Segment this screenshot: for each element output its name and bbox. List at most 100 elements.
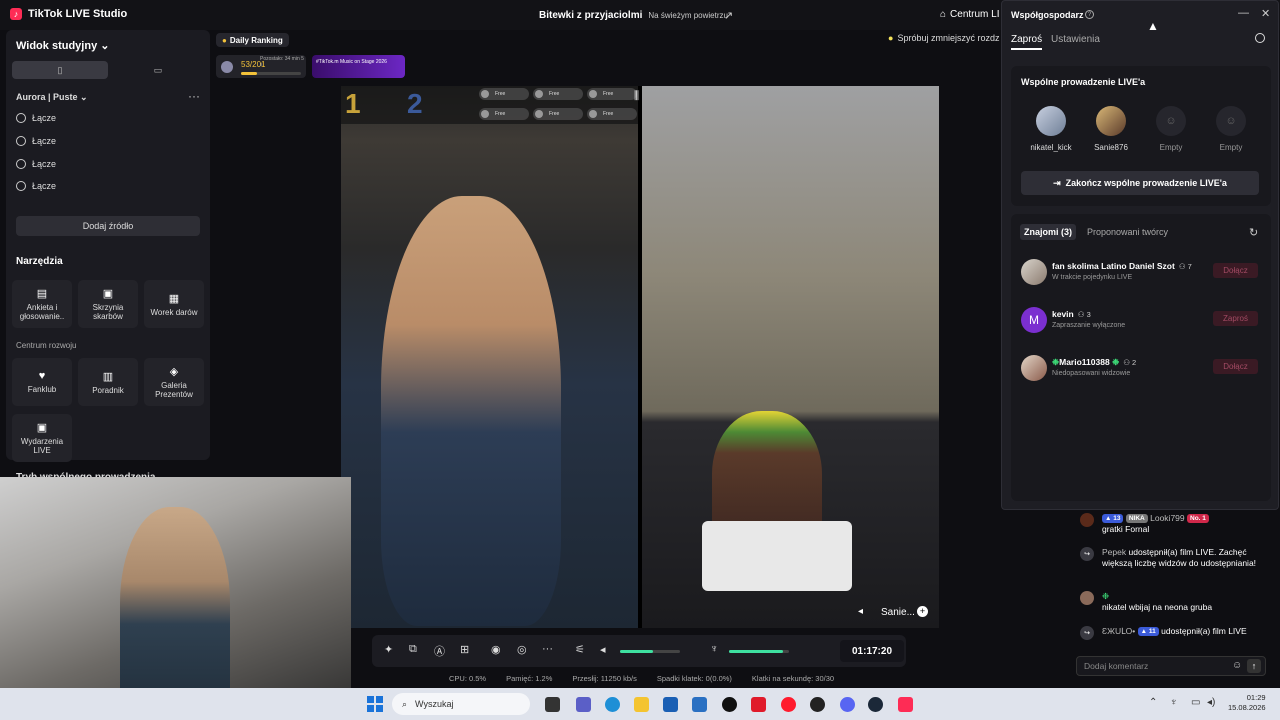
gift-slot[interactable]: Free: [587, 88, 637, 100]
emoji-icon[interactable]: ☺: [1232, 660, 1242, 671]
gift-slot[interactable]: Free: [533, 108, 583, 120]
effects-icon[interactable]: ◎: [517, 643, 527, 656]
cohost-section: Wspólne prowadzenie LIVE'a nikatel_kick …: [1011, 66, 1271, 206]
add-source-button[interactable]: Dodaj źródło: [16, 216, 200, 236]
join-button[interactable]: Dołącz: [1213, 263, 1258, 278]
live-preview[interactable]: 1 2 Free Free Free Free Free Free ⫼ ◂ Sa…: [341, 86, 939, 628]
windows-start-icon[interactable]: [367, 696, 383, 712]
poll-tool[interactable]: ▤ Ankieta i głosowanie..: [12, 280, 72, 328]
app-icon[interactable]: [722, 697, 737, 712]
store-icon[interactable]: [663, 697, 678, 712]
source-item[interactable]: Łącze: [16, 181, 56, 191]
centrum-link[interactable]: ⌂ Centrum LI: [940, 9, 1000, 20]
event-banner[interactable]: #TikTok.m Music on Stage 2026: [312, 55, 405, 78]
opera-icon[interactable]: [781, 697, 796, 712]
live-timer: 01:17:20: [840, 640, 904, 662]
treasure-box-tool[interactable]: ▣ Skrzynia skarbów: [78, 280, 138, 328]
app-icon[interactable]: [810, 697, 825, 712]
file-explorer-icon[interactable]: [634, 697, 649, 712]
source-item[interactable]: Łącze: [16, 159, 56, 169]
daily-ranking-badge[interactable]: ● Daily Ranking: [216, 33, 289, 47]
speaker-volume-icon[interactable]: ◂: [600, 643, 606, 656]
ranking-card[interactable]: 53/201 Pozostało: 34 min 5 s: [216, 55, 306, 78]
microphone-icon[interactable]: ♆: [710, 643, 718, 655]
gift-slot[interactable]: Free: [533, 88, 583, 100]
send-icon[interactable]: ↑: [1247, 659, 1261, 673]
stream-title[interactable]: Bitewki z przyjaciolmi Na świeżym powiet…: [539, 10, 728, 21]
friend-status: W trakcie pojedynku LIVE: [1052, 274, 1133, 281]
end-cohost-button[interactable]: ⇥ Zakończ wspólne prowadzenie LIVE'a: [1021, 171, 1259, 195]
steam-icon[interactable]: [868, 697, 883, 712]
portrait-toggle[interactable]: ▯: [12, 61, 108, 79]
search-icon[interactable]: [1255, 33, 1265, 43]
task-view-icon[interactable]: [545, 697, 560, 712]
teams-icon[interactable]: [576, 697, 591, 712]
layout-icon[interactable]: ⧉: [409, 643, 417, 656]
refresh-icon[interactable]: ↻: [1249, 226, 1258, 239]
microphone-slider[interactable]: [729, 650, 789, 653]
tiktok-icon[interactable]: [898, 697, 913, 712]
friend-row[interactable]: M kevin ⚇ 3 Zapraszanie wyłączone Zaproś: [1021, 307, 1266, 339]
empty-slot-icon[interactable]: ☺: [1156, 106, 1186, 136]
speaker-icon[interactable]: ◂: [858, 606, 863, 617]
system-clock[interactable]: 01:29 15.08.2026: [1228, 693, 1266, 713]
record-icon[interactable]: ◉: [491, 643, 501, 656]
tip-banner[interactable]: ● Spróbuj zmniejszyć rozdz: [888, 33, 999, 43]
tab-invite[interactable]: Zaproś: [1011, 34, 1043, 50]
gift-gallery-tool[interactable]: ◈ Galeria Prezentów: [144, 358, 204, 406]
gift-bag-tool[interactable]: ▦ Worek darów: [144, 280, 204, 328]
friend-row[interactable]: ❉Mario110388 ❉ ⚇ 2 Niedopasowani widzowie…: [1021, 355, 1266, 387]
more-icon[interactable]: ···: [542, 643, 553, 655]
app-icon[interactable]: [692, 697, 707, 712]
studio-view-dropdown[interactable]: Widok studyjny ⌄: [16, 39, 109, 52]
tab-settings[interactable]: Ustawienia: [1051, 34, 1100, 45]
screen-add-icon[interactable]: ⊞: [460, 643, 469, 656]
gift-slot[interactable]: Free: [479, 108, 529, 120]
more-options-icon[interactable]: ···: [188, 89, 200, 103]
ai-icon[interactable]: Ⓐ: [434, 643, 445, 659]
share-icon[interactable]: ↗: [724, 9, 733, 22]
discord-icon[interactable]: [840, 697, 855, 712]
level-badge: ▲ 11: [1137, 627, 1159, 636]
chat-username[interactable]: Looki799: [1150, 513, 1185, 523]
source-item[interactable]: Łącze: [16, 136, 56, 146]
host-avatar[interactable]: [1036, 106, 1066, 136]
phone-portrait-icon: ▯: [57, 64, 63, 75]
monitor-icon[interactable]: ▭: [1191, 697, 1200, 708]
settings-sliders-icon[interactable]: ⚟: [575, 643, 585, 656]
magic-wand-icon[interactable]: ✦: [384, 643, 393, 656]
speaker-volume-slider[interactable]: [620, 650, 680, 653]
chevron-up-icon[interactable]: ⌃: [1149, 697, 1157, 708]
invite-button[interactable]: Zaproś: [1213, 311, 1258, 326]
centrum-label: Centrum LI: [950, 9, 1000, 20]
empty-slot-icon[interactable]: ☺: [1216, 106, 1246, 136]
friend-row[interactable]: fan skolima Latino Daniel Szot ⚇ 7 W trak…: [1021, 259, 1266, 291]
taskbar-search[interactable]: ⌕ Wyszukaj: [392, 693, 530, 715]
add-circle-icon[interactable]: +: [917, 606, 928, 617]
scene-dropdown[interactable]: Aurora | Puste ⌄: [16, 92, 88, 103]
chat-username[interactable]: Pepek: [1102, 547, 1126, 557]
friend-name: ❉Mario110388 ❉ ⚇ 2: [1052, 357, 1137, 367]
fanclub-tool[interactable]: ♥ Fanklub: [12, 358, 72, 406]
badge-icon: ❉: [1109, 357, 1120, 367]
gift-slot[interactable]: Free: [587, 108, 637, 120]
gift-slot[interactable]: Free: [479, 88, 529, 100]
info-icon[interactable]: ?: [1085, 10, 1094, 19]
chat-username[interactable]: ƐЖUԼO•: [1102, 626, 1135, 636]
source-item[interactable]: Łącze: [16, 113, 56, 123]
tab-friends[interactable]: Znajomi (3): [1020, 224, 1077, 240]
landscape-toggle[interactable]: ▭: [110, 61, 206, 79]
live-events-tool[interactable]: ▣ Wydarzenia LIVE: [12, 414, 72, 462]
close-icon[interactable]: ✕: [1261, 7, 1270, 20]
battle-score-right: 2: [407, 88, 423, 119]
join-button[interactable]: Dołącz: [1213, 359, 1258, 374]
guide-tool[interactable]: ▥ Poradnik: [78, 358, 138, 406]
app-icon[interactable]: [751, 697, 766, 712]
chat-message: ▲ 13 NIKA Looki799 No. 1 gratki Fornal: [1080, 513, 1275, 535]
minimize-icon[interactable]: —: [1238, 7, 1249, 19]
host-avatar[interactable]: [1096, 106, 1126, 136]
microphone-icon[interactable]: ♆: [1170, 697, 1178, 708]
tab-suggested[interactable]: Proponowani twórcy: [1083, 224, 1172, 240]
edge-icon[interactable]: [605, 697, 620, 712]
volume-icon[interactable]: ◂): [1207, 697, 1215, 708]
